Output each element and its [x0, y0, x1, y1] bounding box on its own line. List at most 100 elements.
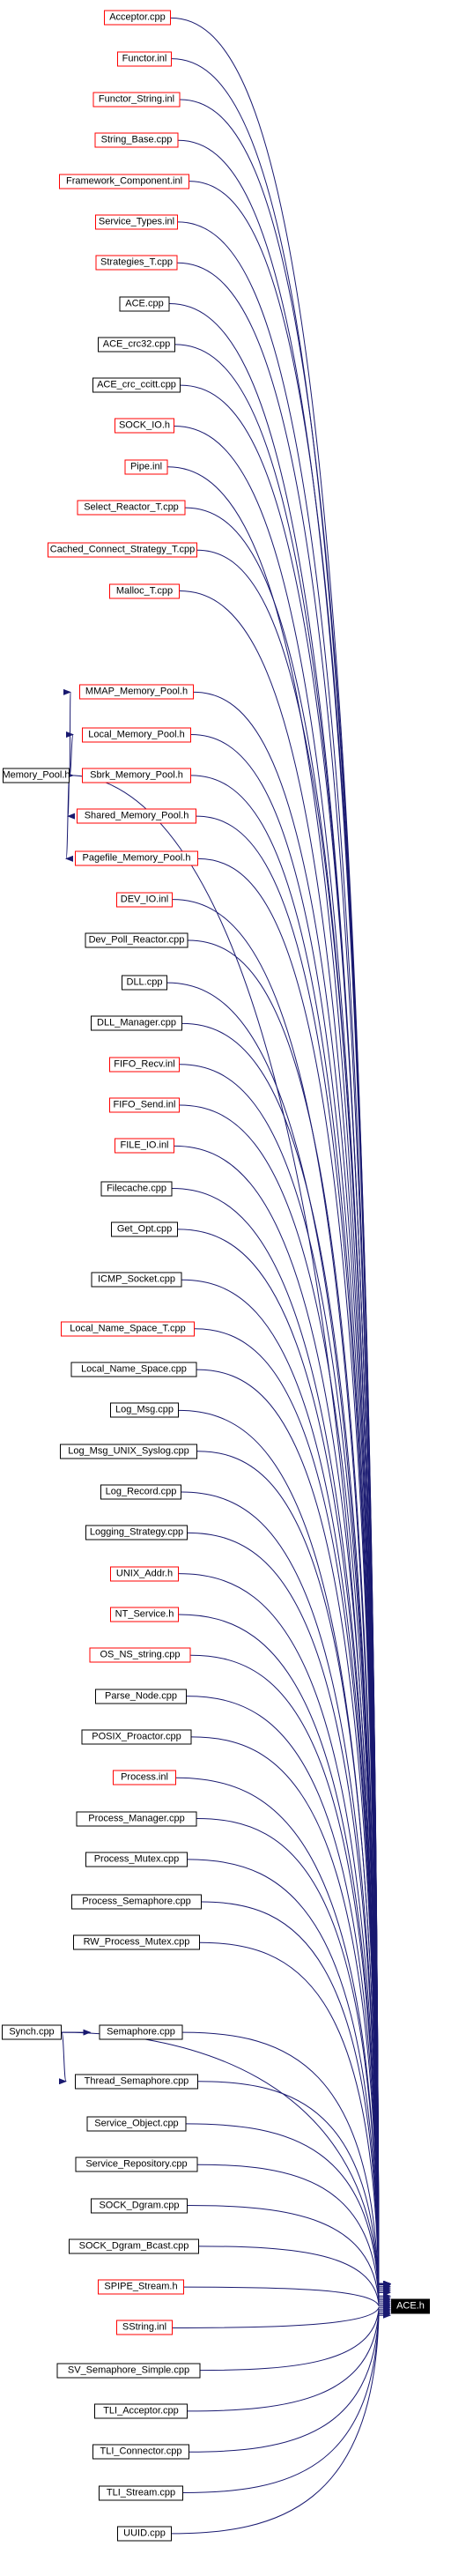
target-node-ace-h[interactable]: ACE.h [391, 2298, 430, 2314]
source-node-log-record-cpp[interactable]: Log_Record.cpp [100, 1484, 181, 1500]
node-label: FIFO_Recv.inl [114, 1058, 175, 1070]
source-node-log-msg-cpp[interactable]: Log_Msg.cpp [110, 1402, 179, 1418]
source-node-functor-string-inl[interactable]: Functor_String.inl [92, 92, 181, 108]
node-label: SV_Semaphore_Simple.cpp [67, 2364, 190, 2376]
source-node-thread-semaphore-cpp[interactable]: Thread_Semaphore.cpp [75, 2074, 198, 2090]
source-node-pagefile-memory-pool-h[interactable]: Pagefile_Memory_Pool.h [75, 850, 198, 866]
source-node-parse-node-cpp[interactable]: Parse_Node.cpp [95, 1689, 187, 1704]
source-node-local-name-space-t-cpp[interactable]: Local_Name_Space_T.cpp [61, 1321, 195, 1337]
source-node-sock-dgram-cpp[interactable]: SOCK_Dgram.cpp [91, 2198, 188, 2214]
edge-dll-cpp-to-ace-h [166, 982, 391, 2287]
source-node-synch-cpp[interactable]: Synch.cpp [2, 2024, 62, 2040]
source-node-local-memory-pool-h[interactable]: Local_Memory_Pool.h [82, 727, 191, 743]
source-node-file-io-inl[interactable]: FILE_IO.inl [115, 1138, 174, 1154]
node-label: Process_Mutex.cpp [93, 1853, 180, 1865]
source-node-ace-cpp[interactable]: ACE.cpp [119, 296, 170, 312]
node-label: Memory_Pool.h [2, 769, 70, 781]
source-node-tli-acceptor-cpp[interactable]: TLI_Acceptor.cpp [94, 2403, 188, 2419]
source-node-nt-service-h[interactable]: NT_Service.h [110, 1607, 179, 1622]
node-label: Cached_Connect_Strategy_T.cpp [49, 544, 196, 555]
edge-ace-crc-ccitt-cpp-to-ace-h [180, 384, 391, 2287]
source-node-shared-memory-pool-h[interactable]: Shared_Memory_Pool.h [77, 808, 196, 824]
edge-tli-connector-cpp-to-ace-h [189, 2309, 391, 2453]
edge-local-name-space-t-cpp-to-ace-h [194, 1328, 391, 2287]
edge-os-ns-string-cpp-to-ace-h [190, 1654, 391, 2287]
source-node-pipe-inl[interactable]: Pipe.inl [124, 459, 168, 475]
node-label: Process_Semaphore.cpp [82, 1896, 191, 1907]
node-label: Get_Opt.cpp [116, 1223, 173, 1235]
source-node-ace-crc-ccitt-cpp[interactable]: ACE_crc_ccitt.cpp [92, 377, 181, 393]
source-node-tli-stream-cpp[interactable]: TLI_Stream.cpp [99, 2485, 183, 2501]
edge-acceptor-cpp-to-ace-h [170, 17, 391, 2287]
source-node-malloc-t-cpp[interactable]: Malloc_T.cpp [109, 583, 180, 599]
source-node-sstring-inl[interactable]: SString.inl [116, 2320, 173, 2335]
source-node-functor-inl[interactable]: Functor.inl [117, 51, 172, 67]
source-node-memory-pool-h[interactable]: Memory_Pool.h [2, 768, 70, 783]
source-node-mmap-memory-pool-h[interactable]: MMAP_Memory_Pool.h [79, 684, 194, 700]
source-node-process-mutex-cpp[interactable]: Process_Mutex.cpp [85, 1852, 188, 1867]
source-node-select-reactor-t-cpp[interactable]: Select_Reactor_T.cpp [77, 500, 186, 516]
source-node-spipe-stream-h[interactable]: SPIPE_Stream.h [98, 2279, 184, 2295]
source-node-sbrk-memory-pool-h[interactable]: Sbrk_Memory_Pool.h [82, 768, 191, 783]
source-node-posix-proactor-cpp[interactable]: POSIX_Proactor.cpp [81, 1729, 192, 1745]
edge-process-inl-to-ace-h [175, 1777, 391, 2290]
node-label: String_Base.cpp [100, 134, 173, 145]
source-node-acceptor-cpp[interactable]: Acceptor.cpp [104, 10, 171, 26]
graph-edges [58, 17, 391, 2535]
source-node-framework-component-inl[interactable]: Framework_Component.inl [59, 174, 189, 189]
source-node-sock-io-h[interactable]: SOCK_IO.h [115, 418, 174, 434]
node-label: SOCK_Dgram.cpp [99, 2200, 180, 2211]
node-label: Acceptor.cpp [109, 11, 166, 23]
source-node-ace-crc32-cpp[interactable]: ACE_crc32.cpp [98, 337, 175, 353]
source-node-tli-connector-cpp[interactable]: TLI_Connector.cpp [92, 2444, 189, 2460]
source-node-local-name-space-cpp[interactable]: Local_Name_Space.cpp [70, 1362, 197, 1377]
node-label: TLI_Connector.cpp [100, 2446, 182, 2457]
edge-get-opt-cpp-to-ace-h [177, 1229, 391, 2287]
source-node-string-base-cpp[interactable]: String_Base.cpp [94, 132, 179, 148]
source-node-unix-addr-h[interactable]: UNIX_Addr.h [110, 1566, 179, 1582]
source-node-semaphore-cpp[interactable]: Semaphore.cpp [99, 2024, 183, 2040]
source-node-fifo-recv-inl[interactable]: FIFO_Recv.inl [109, 1057, 180, 1073]
source-node-dev-io-inl[interactable]: DEV_IO.inl [116, 892, 173, 908]
source-node-process-inl[interactable]: Process.inl [113, 1770, 176, 1785]
node-label: Functor.inl [122, 53, 167, 64]
source-node-uuid-cpp[interactable]: UUID.cpp [117, 2526, 172, 2542]
edge-unix-addr-h-to-ace-h [178, 1573, 391, 2287]
node-label: FIFO_Send.inl [113, 1099, 176, 1110]
node-label: Dev_Poll_Reactor.cpp [88, 934, 185, 946]
source-node-service-types-inl[interactable]: Service_Types.inl [95, 214, 178, 230]
source-node-dev-poll-reactor-cpp[interactable]: Dev_Poll_Reactor.cpp [85, 932, 189, 948]
source-node-rw-process-mutex-cpp[interactable]: RW_Process_Mutex.cpp [73, 1934, 200, 1950]
source-node-sock-dgram-bcast-cpp[interactable]: SOCK_Dgram_Bcast.cpp [69, 2238, 199, 2254]
node-label: Local_Name_Space_T.cpp [70, 1323, 186, 1334]
node-label: Service_Object.cpp [94, 2118, 179, 2129]
source-node-sv-semaphore-simple-cpp[interactable]: SV_Semaphore_Simple.cpp [56, 2363, 201, 2379]
edge-logging-strategy-cpp-to-ace-h [187, 1532, 391, 2287]
source-node-service-repository-cpp[interactable]: Service_Repository.cpp [75, 2157, 198, 2172]
source-node-os-ns-string-cpp[interactable]: OS_NS_string.cpp [89, 1647, 191, 1663]
edge-memory-pool-h-to-local-memory-pool-h [65, 731, 74, 776]
edge-icmp-socket-cpp-to-ace-h [181, 1279, 391, 2287]
source-node-filecache-cpp[interactable]: Filecache.cpp [100, 1181, 173, 1196]
source-node-cached-connect-strategy-t-cpp[interactable]: Cached_Connect_Strategy_T.cpp [48, 542, 197, 558]
source-node-service-object-cpp[interactable]: Service_Object.cpp [86, 2116, 187, 2132]
node-label: DLL_Manager.cpp [97, 1017, 176, 1028]
source-node-icmp-socket-cpp[interactable]: ICMP_Socket.cpp [91, 1272, 182, 1288]
edge-fifo-send-inl-to-ace-h [179, 1104, 391, 2287]
node-label: POSIX_Proactor.cpp [92, 1731, 181, 1742]
node-label: DLL.cpp [126, 976, 163, 988]
source-node-process-manager-cpp[interactable]: Process_Manager.cpp [76, 1811, 197, 1826]
node-label: Thread_Semaphore.cpp [84, 2075, 189, 2087]
source-node-log-msg-unix-syslog-cpp[interactable]: Log_Msg_UNIX_Syslog.cpp [60, 1444, 197, 1459]
node-label: Pagefile_Memory_Pool.h [82, 852, 191, 864]
source-node-dll-cpp[interactable]: DLL.cpp [122, 975, 167, 991]
source-node-fifo-send-inl[interactable]: FIFO_Send.inl [109, 1097, 180, 1113]
node-label: Select_Reactor_T.cpp [84, 501, 179, 513]
source-node-strategies-t-cpp[interactable]: Strategies_T.cpp [95, 255, 178, 271]
source-node-dll-manager-cpp[interactable]: DLL_Manager.cpp [91, 1015, 182, 1031]
source-node-process-semaphore-cpp[interactable]: Process_Semaphore.cpp [71, 1894, 202, 1910]
source-node-get-opt-cpp[interactable]: Get_Opt.cpp [111, 1221, 178, 1237]
node-label: ACE.h [396, 2300, 425, 2312]
edge-service-types-inl-to-ace-h [177, 221, 391, 2287]
source-node-logging-strategy-cpp[interactable]: Logging_Strategy.cpp [85, 1525, 188, 1540]
